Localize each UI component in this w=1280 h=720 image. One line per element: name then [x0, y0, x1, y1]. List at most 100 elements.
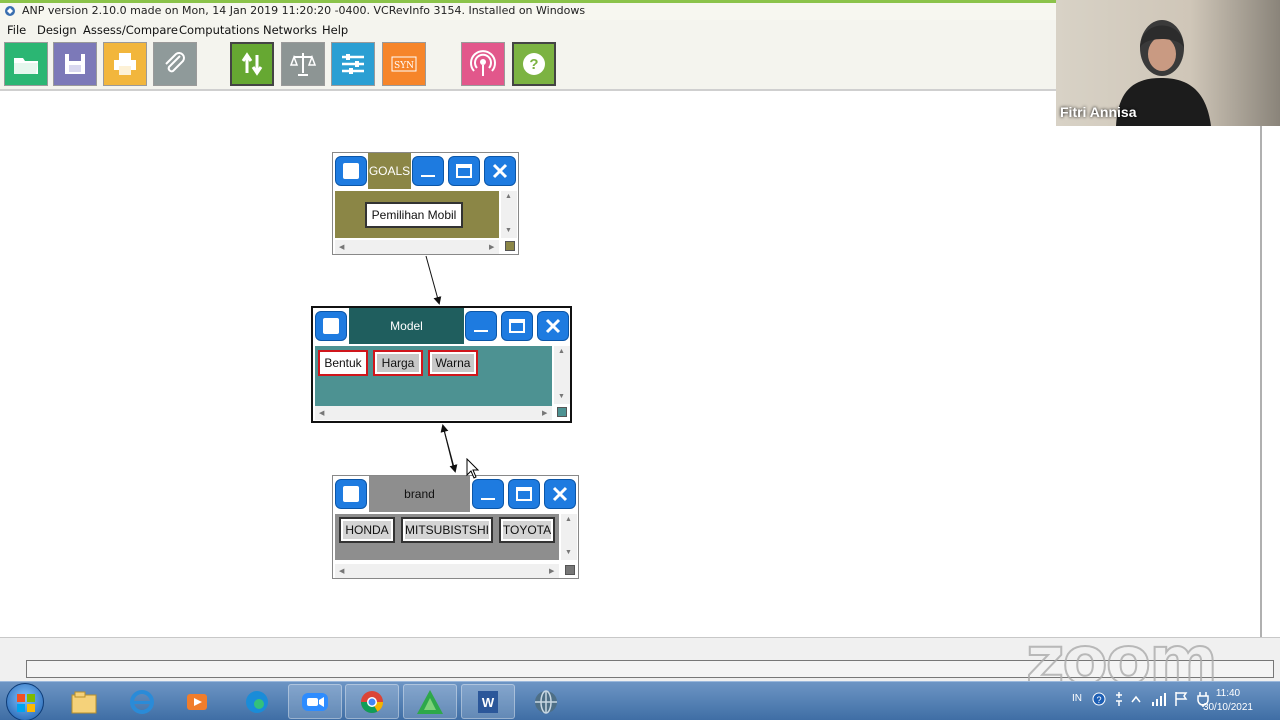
taskbar-media-player[interactable]	[170, 684, 224, 719]
clock-time: 11:40	[1215, 688, 1241, 699]
network-canvas[interactable]	[4, 93, 1262, 637]
print-button[interactable]	[103, 42, 147, 86]
synthesize-button[interactable]: SYN	[382, 42, 426, 86]
close-button[interactable]	[484, 156, 516, 186]
sliders-button[interactable]	[331, 42, 375, 86]
syn-icon: SYN	[391, 56, 417, 72]
node-toyota[interactable]: TOYOTA	[499, 517, 555, 543]
compare-button[interactable]	[281, 42, 325, 86]
taskbar-zoom[interactable]	[288, 684, 342, 719]
help-tray-icon[interactable]: ?	[1092, 692, 1106, 706]
maximize-icon	[509, 319, 525, 333]
square-icon	[343, 163, 359, 179]
close-icon	[552, 486, 568, 502]
help-button[interactable]: ?	[512, 42, 556, 86]
anp-superdecisions-icon	[417, 689, 443, 714]
cluster-title: Model	[349, 308, 464, 344]
taskbar-internet-explorer[interactable]	[115, 684, 169, 719]
cluster-goals-header[interactable]: GOALS	[333, 153, 518, 189]
network-signal-icon[interactable]	[1151, 691, 1167, 707]
word-icon: W	[478, 690, 498, 713]
update-arrows-icon	[241, 52, 263, 76]
participant-name: Fitri Annisa	[1060, 104, 1137, 120]
language-indicator[interactable]: IN	[1072, 693, 1082, 704]
node-honda[interactable]: HONDA	[339, 517, 395, 543]
globe-icon	[535, 689, 557, 714]
horizontal-scrollbar[interactable]: ◀ ▶	[335, 240, 499, 254]
taskbar-anp[interactable]	[403, 684, 457, 719]
cluster-model-body: Bentuk Harga Warna	[315, 346, 552, 406]
cluster-model-header[interactable]: Model	[313, 308, 570, 344]
svg-text:?: ?	[1096, 695, 1101, 705]
cluster-goals[interactable]: GOALS Pemilihan Mobil ▲ ▼ ◀ ▶	[332, 152, 519, 255]
taskbar-edge[interactable]	[230, 684, 284, 719]
maximize-button[interactable]	[448, 156, 480, 186]
vertical-scrollbar[interactable]: ▲ ▼	[561, 514, 577, 560]
resize-grip[interactable]	[557, 407, 567, 417]
resize-grip[interactable]	[565, 565, 575, 575]
vertical-scrollbar[interactable]: ▲ ▼	[554, 346, 570, 404]
sensitivity-icon	[470, 50, 496, 76]
action-center-flag-icon[interactable]	[1174, 691, 1188, 707]
square-icon	[323, 318, 339, 334]
maximize-button[interactable]	[501, 311, 533, 341]
windows-logo-icon	[17, 694, 35, 712]
explorer-icon	[71, 691, 97, 713]
cluster-title: brand	[369, 476, 470, 512]
edge-icon	[246, 690, 268, 713]
menu-computations[interactable]: Computations	[179, 23, 259, 37]
start-button[interactable]	[6, 683, 44, 720]
maximize-button[interactable]	[508, 479, 540, 509]
settings-tray-icon[interactable]	[1114, 691, 1124, 707]
cluster-select-button[interactable]	[335, 479, 367, 509]
horizontal-scrollbar[interactable]: ◀ ▶	[315, 406, 552, 420]
menu-design[interactable]: Design	[37, 23, 77, 37]
cluster-title: GOALS	[368, 153, 411, 189]
resize-grip[interactable]	[505, 241, 515, 251]
minimize-button[interactable]	[412, 156, 444, 186]
menu-networks[interactable]: Networks	[263, 23, 317, 37]
system-tray: IN ? 11:40 30/10/2021	[1030, 682, 1280, 720]
cluster-select-button[interactable]	[315, 311, 347, 341]
attach-icon	[165, 52, 185, 73]
node-mitsubistshi[interactable]: MITSUBISTSHI	[401, 517, 493, 543]
taskbar-clock[interactable]: 11:40 30/10/2021	[1203, 687, 1253, 715]
vertical-scrollbar[interactable]: ▲ ▼	[501, 191, 517, 238]
sensitivity-button[interactable]	[461, 42, 505, 86]
node-bentuk[interactable]: Bentuk	[318, 350, 368, 376]
taskbar-explorer[interactable]	[57, 684, 111, 719]
close-button[interactable]	[544, 479, 576, 509]
taskbar-globe[interactable]	[519, 684, 573, 719]
update-button[interactable]	[230, 42, 274, 86]
mouse-cursor-icon	[466, 458, 480, 479]
taskbar-chrome[interactable]	[345, 684, 399, 719]
cluster-brand-header[interactable]: brand	[333, 476, 578, 512]
cluster-model[interactable]: Model Bentuk Harga Warna ▲ ▼ ◀ ▶	[311, 306, 572, 423]
show-hidden-icons-icon[interactable]	[1131, 695, 1141, 703]
balance-scale-icon	[289, 53, 317, 76]
horizontal-scrollbar[interactable]: ◀ ▶	[335, 564, 559, 578]
minimize-button[interactable]	[472, 479, 504, 509]
node-harga[interactable]: Harga	[373, 350, 423, 376]
minimize-icon	[474, 330, 488, 332]
menu-help[interactable]: Help	[322, 23, 348, 37]
print-icon	[114, 53, 136, 75]
open-button[interactable]	[4, 42, 48, 86]
menu-file[interactable]: File	[7, 23, 26, 37]
close-button[interactable]	[537, 311, 569, 341]
minimize-button[interactable]	[465, 311, 497, 341]
menu-assess-compare[interactable]: Assess/Compare	[83, 23, 178, 37]
save-button[interactable]	[53, 42, 97, 86]
maximize-icon	[456, 164, 472, 178]
cluster-select-button[interactable]	[335, 156, 367, 186]
square-icon	[343, 486, 359, 502]
node-warna[interactable]: Warna	[428, 350, 478, 376]
taskbar-word[interactable]: W	[461, 684, 515, 719]
cluster-brand[interactable]: brand HONDA MITSUBISTSHI TOYOTA ▲ ▼ ◀ ▶	[332, 475, 579, 579]
zoom-icon	[302, 692, 328, 711]
video-overlay: Fitri Annisa	[1056, 0, 1280, 126]
clock-date: 30/10/2021	[1202, 702, 1253, 713]
attach-button[interactable]	[153, 42, 197, 86]
node-pemilihan-mobil[interactable]: Pemilihan Mobil	[365, 202, 463, 228]
open-folder-icon	[14, 58, 38, 74]
